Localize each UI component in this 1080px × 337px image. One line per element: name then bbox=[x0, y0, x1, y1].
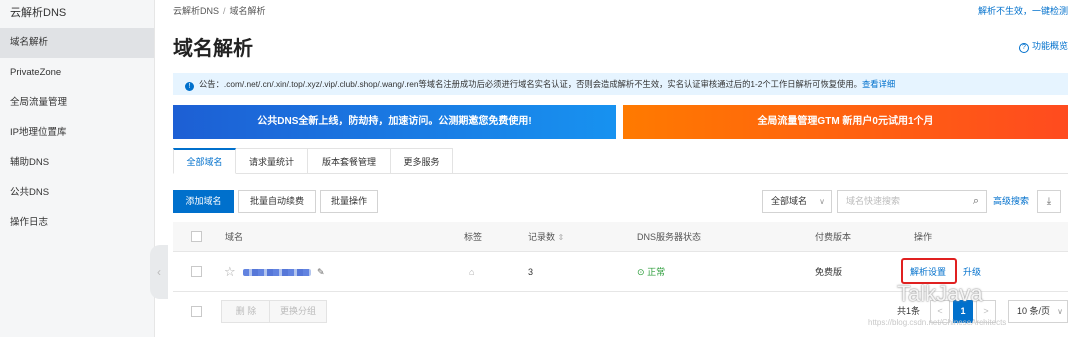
column-domain: 域名 bbox=[225, 232, 244, 242]
breadcrumb-item-current: 域名解析 bbox=[229, 6, 266, 16]
notice-bar: ! 公告：.com/.net/.cn/.xin/.top/.xyz/.vip/.c… bbox=[173, 73, 1068, 95]
row-checkbox[interactable] bbox=[191, 266, 202, 277]
column-tags: 标签 bbox=[464, 232, 483, 242]
domain-filter-select[interactable]: 全部域名 ∨ bbox=[762, 190, 832, 213]
batch-renew-button[interactable]: 批量自动续费 bbox=[238, 190, 316, 213]
record-count: 3 bbox=[528, 267, 534, 277]
breadcrumb: 云解析DNS / 域名解析 bbox=[173, 6, 266, 16]
notice-text: 公告：.com/.net/.cn/.xin/.top/.xyz/.vip/.cl… bbox=[199, 79, 862, 89]
column-dns-status: DNS服务器状态 bbox=[637, 232, 702, 242]
sidebar-item-secondary-dns[interactable]: 辅助DNS bbox=[0, 148, 154, 178]
version-label: 免费版 bbox=[815, 267, 843, 277]
footer-select-checkbox[interactable] bbox=[191, 306, 202, 317]
advanced-search-link[interactable]: 高级搜索 bbox=[993, 190, 1029, 213]
sidebar-item-global-traffic[interactable]: 全局流量管理 bbox=[0, 88, 154, 118]
delete-button[interactable]: 删 除 bbox=[221, 300, 271, 323]
sort-icon: ⇕ bbox=[557, 233, 565, 242]
sidebar-item-ip-geo[interactable]: IP地理位置库 bbox=[0, 118, 154, 148]
download-icon: ⤓ bbox=[1046, 196, 1052, 207]
sidebar: 云解析DNS 域名解析 PrivateZone 全局流量管理 IP地理位置库 辅… bbox=[0, 0, 155, 337]
page-size-select[interactable]: 10 条/页 ∨ bbox=[1008, 300, 1068, 323]
change-group-button[interactable]: 更换分组 bbox=[269, 300, 327, 323]
sidebar-item-public-dns[interactable]: 公共DNS bbox=[0, 178, 154, 208]
tab-more-services[interactable]: 更多服务 bbox=[391, 148, 453, 174]
chevron-down-icon: ∨ bbox=[1057, 307, 1063, 316]
chevron-right-icon: > bbox=[983, 306, 989, 316]
detect-link[interactable]: 解析不生效，一键检测 bbox=[978, 4, 1068, 17]
tab-version-plans[interactable]: 版本套餐管理 bbox=[308, 148, 391, 174]
sidebar-item-privatezone[interactable]: PrivateZone bbox=[0, 58, 154, 88]
chevron-left-icon: ‹ bbox=[157, 265, 161, 279]
breadcrumb-item-dns[interactable]: 云解析DNS bbox=[173, 6, 219, 16]
tab-all-domains[interactable]: 全部域名 bbox=[173, 148, 236, 174]
batch-operation-button[interactable]: 批量操作 bbox=[320, 190, 378, 213]
select-all-checkbox[interactable] bbox=[191, 231, 202, 242]
sidebar-item-domain-resolution[interactable]: 域名解析 bbox=[0, 28, 154, 58]
column-version: 付费版本 bbox=[815, 232, 852, 242]
notice-details-link[interactable]: 查看详细 bbox=[862, 79, 895, 89]
question-icon: ? bbox=[1018, 43, 1029, 53]
search-input[interactable]: 域名快速搜索 ⌕ bbox=[837, 190, 987, 213]
table-header: 域名 标签 记录数 ⇕ DNS服务器状态 付费版本 操作 bbox=[173, 222, 1068, 252]
column-actions: 操作 bbox=[914, 232, 933, 242]
watermark-url: https://blog.csdn.net/ChineseArchitects bbox=[868, 318, 1007, 327]
domain-name-blurred[interactable] bbox=[243, 252, 311, 292]
overview-link[interactable]: ? 功能概览 bbox=[1018, 39, 1068, 53]
dns-status: ⊙ 正常 bbox=[637, 267, 666, 277]
sidebar-item-operation-log[interactable]: 操作日志 bbox=[0, 208, 154, 238]
watermark: TalkJava bbox=[897, 281, 983, 306]
download-button[interactable]: ⤓ bbox=[1037, 190, 1061, 213]
sidebar-title: 云解析DNS bbox=[10, 7, 67, 19]
chevron-left-icon: < bbox=[937, 306, 943, 316]
add-domain-button[interactable]: 添加域名 bbox=[173, 190, 234, 213]
tag-icon[interactable]: ⌂ bbox=[469, 252, 474, 292]
chevron-down-icon: ∨ bbox=[819, 197, 825, 206]
tab-bar: 全部域名 请求量统计 版本套餐管理 更多服务 bbox=[173, 148, 1068, 174]
page-title: 域名解析 bbox=[173, 38, 253, 60]
edit-icon[interactable]: ✎ bbox=[317, 252, 325, 292]
column-records[interactable]: 记录数 ⇕ bbox=[528, 222, 564, 253]
search-icon: ⌕ bbox=[972, 195, 979, 207]
check-circle-icon: ⊙ bbox=[637, 267, 645, 277]
star-icon[interactable]: ☆ bbox=[224, 252, 236, 292]
gtm-banner[interactable]: 全局流量管理GTM 新用户0元试用1个月 bbox=[623, 105, 1068, 139]
tab-request-stats[interactable]: 请求量统计 bbox=[236, 148, 308, 174]
info-icon: ! bbox=[185, 82, 194, 91]
sidebar-collapse-handle[interactable]: ‹ bbox=[150, 245, 168, 299]
public-dns-banner[interactable]: 公共DNS全新上线，防劫持，加速访问。公测期邀您免费使用! bbox=[173, 105, 616, 139]
